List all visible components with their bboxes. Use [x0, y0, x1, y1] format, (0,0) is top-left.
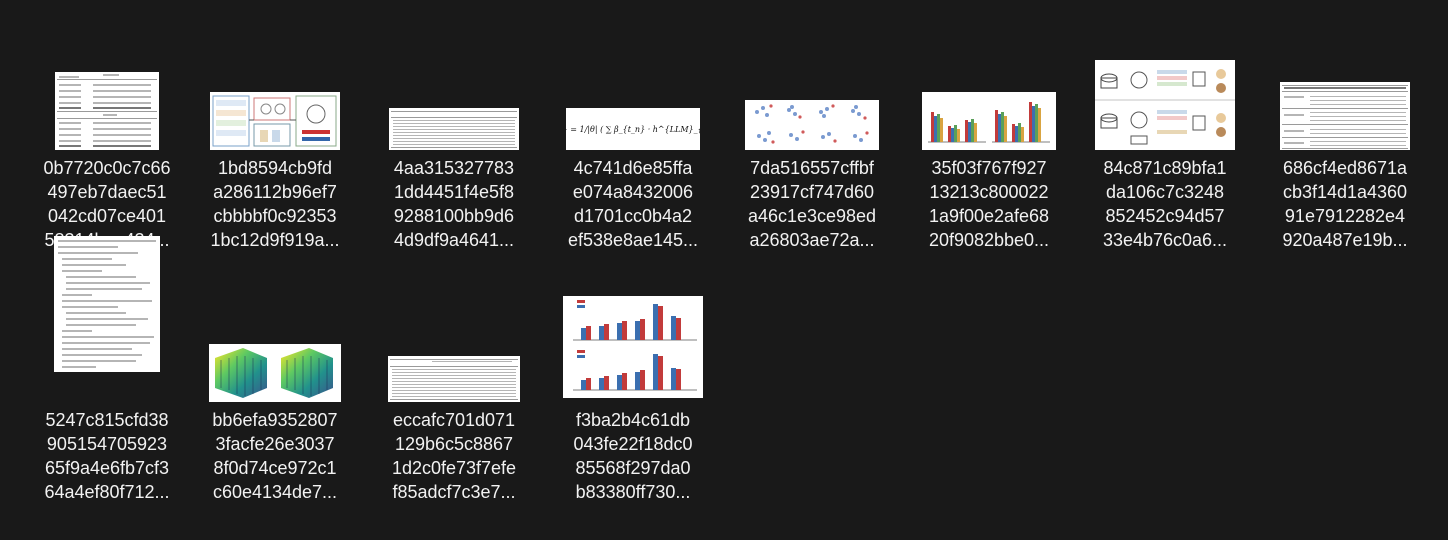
file-thumbnail: z_{v_t} = 1/|θ| ( ∑ β_{t_n} · h^{LLM}_{t… [566, 108, 700, 150]
file-name: 5247c815cfd38 905154705923 65f9a4e6fb7cf… [44, 410, 170, 502]
file-name: bb6efa9352807 3facfe26e3037 8f0d74ce972c… [212, 410, 338, 502]
file-name: 686cf4ed8671a cb3f14d1a4360 91e7912282e4… [1282, 158, 1408, 250]
equation-text: z_{v_t} = 1/|θ| ( ∑ β_{t_n} · h^{LLM}_{t… [566, 124, 700, 134]
file-name: 4aa315327783 1dd4451f4e5f8 9288100bb9d6 … [393, 158, 515, 250]
file-name: 35f03f767f927 13213c800022 1a9f00e2afe68… [928, 158, 1050, 250]
file-thumbnail [922, 92, 1056, 150]
file-name: 4c741d6e85ffa e074a8432006 d1701cc0b4a2 … [567, 158, 699, 250]
file-thumbnail [1280, 82, 1410, 150]
surface-plot-graphic [215, 348, 333, 398]
file-thumbnail [389, 108, 519, 150]
file-thumbnail [1095, 60, 1235, 150]
file-name: f3ba2b4c61db 043fe22f18dc0 85568f297da0 … [573, 410, 693, 502]
pipeline-graphic [1095, 69, 1235, 145]
file-name: eccafc701d071 129b6c5c8867 1d2c0fe73f7ef… [391, 410, 517, 502]
file-thumbnail [55, 72, 159, 150]
diagram-graphic [212, 95, 337, 147]
bar-chart-graphic [573, 300, 697, 391]
scatter-graphic [755, 104, 869, 144]
file-name: 7da516557cffbf 23917cf747d60 a46c1e3ce98… [747, 158, 877, 250]
file-grid: 0b7720c0c7c66 497eb7daec51 042cd07ce401 … [0, 0, 1448, 540]
file-thumbnail [745, 100, 879, 150]
file-thumbnail [210, 92, 340, 150]
file-name: 1bd8594cb9fd a286112b96ef7 cbbbbf0c92353… [210, 158, 340, 250]
file-thumbnail [209, 344, 341, 402]
file-name: 84c871c89bfa1 da106c7c3248 852452c94d57 … [1102, 158, 1228, 250]
file-thumbnail [54, 236, 160, 372]
bar-chart-graphic [928, 102, 1050, 143]
file-thumbnail [563, 296, 703, 398]
file-thumbnail [388, 356, 520, 402]
